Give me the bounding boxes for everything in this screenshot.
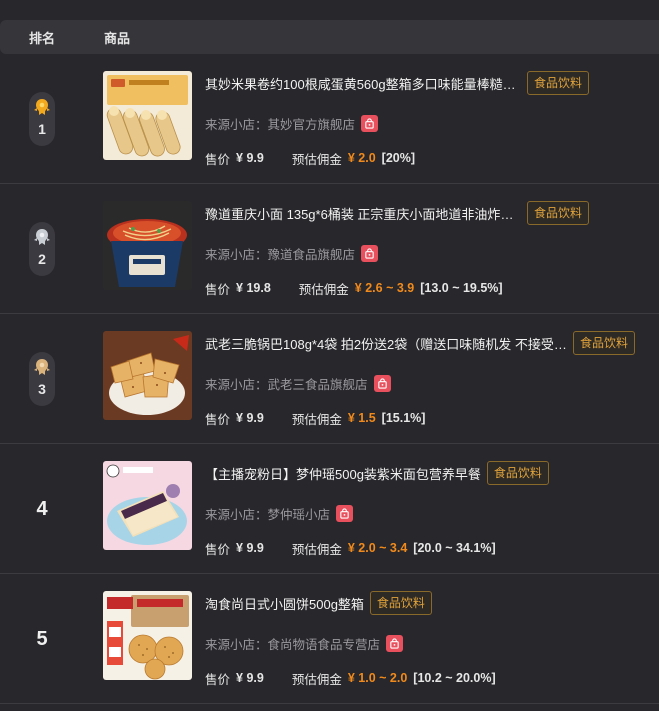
product-title[interactable]: 豫道重庆小面 135g*6桶装 正宗重庆小面地道非油炸方便 — [205, 204, 521, 223]
table-row[interactable]: 3 武老三脆锅巴108g*4袋 拍2份送2袋（赠送口味随机发 不接受备... 食… — [0, 314, 659, 444]
rank-cell: 4 — [24, 444, 60, 574]
commission-rate: [13.0 ~ 19.5%] — [420, 281, 503, 295]
product-title[interactable]: 其妙米果卷约100根咸蛋黄560g整箱多口味能量棒糙米卷 — [205, 74, 521, 93]
category-tag: 食品饮料 — [527, 201, 590, 225]
table-row[interactable]: 1 其妙米果卷约100根咸蛋黄560g整箱多口味能量棒糙米卷 食品饮料 来源小店… — [0, 54, 659, 184]
product-title[interactable]: 淘食尚日式小圆饼500g整箱 — [205, 594, 364, 613]
shop-line: 来源小店： 梦仲瑶小店 — [205, 503, 354, 523]
price-line: 售价 ¥ 9.9 预估佣金 ¥ 2.0 [20%] — [205, 148, 415, 168]
price-label: 售价 — [205, 672, 231, 687]
product-image[interactable] — [103, 331, 192, 420]
category-tag: 食品饮料 — [573, 331, 636, 355]
price-value: ¥ 9.9 — [236, 411, 264, 425]
commission-value: ¥ 2.6 ~ 3.9 — [354, 281, 415, 295]
rank-cell: 2 — [24, 184, 60, 314]
commission-label: 预估佣金 — [291, 672, 342, 687]
commission-rate: [10.2 ~ 20.0%] — [413, 671, 496, 685]
rank-medal: 2 — [29, 222, 55, 276]
price-line: 售价 ¥ 9.9 预估佣金 ¥ 2.0 ~ 3.4 [20.0 ~ 34.1%] — [205, 538, 496, 558]
product-image[interactable] — [103, 461, 192, 550]
shop-line: 来源小店： 食尚物语食品专营店 — [205, 633, 404, 653]
commission-value: ¥ 1.5 — [347, 411, 376, 425]
shop-label: 来源小店： — [205, 507, 268, 522]
shop-bag-icon[interactable] — [336, 504, 354, 522]
title-line: 武老三脆锅巴108g*4袋 拍2份送2袋（赠送口味随机发 不接受备... 食品饮… — [205, 330, 636, 356]
rank-number: 3 — [38, 381, 46, 397]
product-column-header: 商品 — [104, 30, 131, 46]
price-line: 售价 ¥ 9.9 预估佣金 ¥ 1.5 [15.1%] — [205, 408, 425, 428]
rank-cell: 5 — [24, 574, 60, 704]
price-value: ¥ 9.9 — [236, 151, 264, 165]
commission-label: 预估佣金 — [291, 412, 342, 427]
price-value: ¥ 9.9 — [236, 671, 264, 685]
shop-bag-icon[interactable] — [361, 114, 379, 132]
table-row[interactable]: 2 豫道重庆小面 135g*6桶装 正宗重庆小面地道非油炸方便 食品饮料 来源小… — [0, 184, 659, 314]
product-image[interactable] — [103, 71, 192, 160]
rank-number: 1 — [38, 121, 46, 137]
category-tag: 食品饮料 — [486, 461, 549, 485]
shop-label: 来源小店： — [205, 247, 268, 262]
rank-medal: 3 — [29, 352, 55, 406]
shop-label: 来源小店： — [205, 377, 268, 392]
shop-name[interactable]: 梦仲瑶小店 — [268, 504, 331, 523]
table-row[interactable]: 4 【主播宠粉日】梦仲瑶500g装紫米面包营养早餐 食品饮料 来源小店： 梦仲瑶… — [0, 444, 659, 574]
commission-label: 预估佣金 — [291, 542, 342, 557]
gold-medal-icon — [34, 99, 50, 115]
rank-cell: 3 — [24, 314, 60, 444]
price-label: 售价 — [205, 282, 231, 297]
commission-rate: [15.1%] — [381, 411, 426, 425]
product-image[interactable] — [103, 201, 192, 290]
shop-line: 来源小店： 武老三食品旗舰店 — [205, 373, 391, 393]
rank-number: 5 — [36, 627, 48, 650]
price-value: ¥ 19.8 — [236, 281, 271, 295]
shop-name[interactable]: 其妙官方旗舰店 — [268, 114, 356, 133]
rank-medal: 1 — [29, 92, 55, 146]
price-value: ¥ 9.9 — [236, 541, 264, 555]
rank-cell: 1 — [24, 54, 60, 184]
shop-bag-icon[interactable] — [386, 634, 404, 652]
category-tag: 食品饮料 — [527, 71, 590, 95]
price-line: 售价 ¥ 9.9 预估佣金 ¥ 1.0 ~ 2.0 [10.2 ~ 20.0%] — [205, 668, 496, 688]
title-line: 豫道重庆小面 135g*6桶装 正宗重庆小面地道非油炸方便 食品饮料 — [205, 200, 590, 226]
title-line: 淘食尚日式小圆饼500g整箱 食品饮料 — [205, 590, 432, 616]
shop-name[interactable]: 武老三食品旗舰店 — [268, 374, 368, 393]
commission-value: ¥ 1.0 ~ 2.0 — [347, 671, 408, 685]
table-header: 排名 商品 — [0, 20, 659, 54]
product-image[interactable] — [103, 591, 192, 680]
rank-number: 4 — [36, 497, 48, 520]
rank-number: 2 — [38, 251, 46, 267]
shop-bag-icon[interactable] — [361, 244, 379, 262]
price-label: 售价 — [205, 542, 231, 557]
shop-label: 来源小店： — [205, 117, 268, 132]
bronze-medal-icon — [34, 359, 50, 375]
category-tag: 食品饮料 — [369, 591, 432, 615]
shop-line: 来源小店： 豫道食品旗舰店 — [205, 243, 379, 263]
commission-value: ¥ 2.0 ~ 3.4 — [347, 541, 408, 555]
shop-name[interactable]: 食尚物语食品专营店 — [268, 634, 381, 653]
price-label: 售价 — [205, 412, 231, 427]
shop-bag-icon[interactable] — [373, 374, 391, 392]
price-label: 售价 — [205, 152, 231, 167]
commission-label: 预估佣金 — [291, 152, 342, 167]
commission-rate: [20%] — [381, 151, 415, 165]
title-line: 其妙米果卷约100根咸蛋黄560g整箱多口味能量棒糙米卷 食品饮料 — [205, 70, 590, 96]
product-title[interactable]: 【主播宠粉日】梦仲瑶500g装紫米面包营养早餐 — [205, 464, 481, 483]
shop-line: 来源小店： 其妙官方旗舰店 — [205, 113, 379, 133]
shop-label: 来源小店： — [205, 637, 268, 652]
commission-value: ¥ 2.0 — [347, 151, 376, 165]
commission-rate: [20.0 ~ 34.1%] — [413, 541, 496, 555]
table-row[interactable]: 5 淘食尚日式小圆饼500g整箱 食品饮料 来源小店： 食尚物语食品专营店 售价… — [0, 574, 659, 704]
silver-medal-icon — [34, 229, 50, 245]
shop-name[interactable]: 豫道食品旗舰店 — [268, 244, 356, 263]
rank-column-header: 排名 — [29, 30, 56, 46]
title-line: 【主播宠粉日】梦仲瑶500g装紫米面包营养早餐 食品饮料 — [205, 460, 549, 486]
price-line: 售价 ¥ 19.8 预估佣金 ¥ 2.6 ~ 3.9 [13.0 ~ 19.5%… — [205, 278, 503, 298]
product-title[interactable]: 武老三脆锅巴108g*4袋 拍2份送2袋（赠送口味随机发 不接受备... — [205, 334, 567, 353]
commission-label: 预估佣金 — [298, 282, 349, 297]
